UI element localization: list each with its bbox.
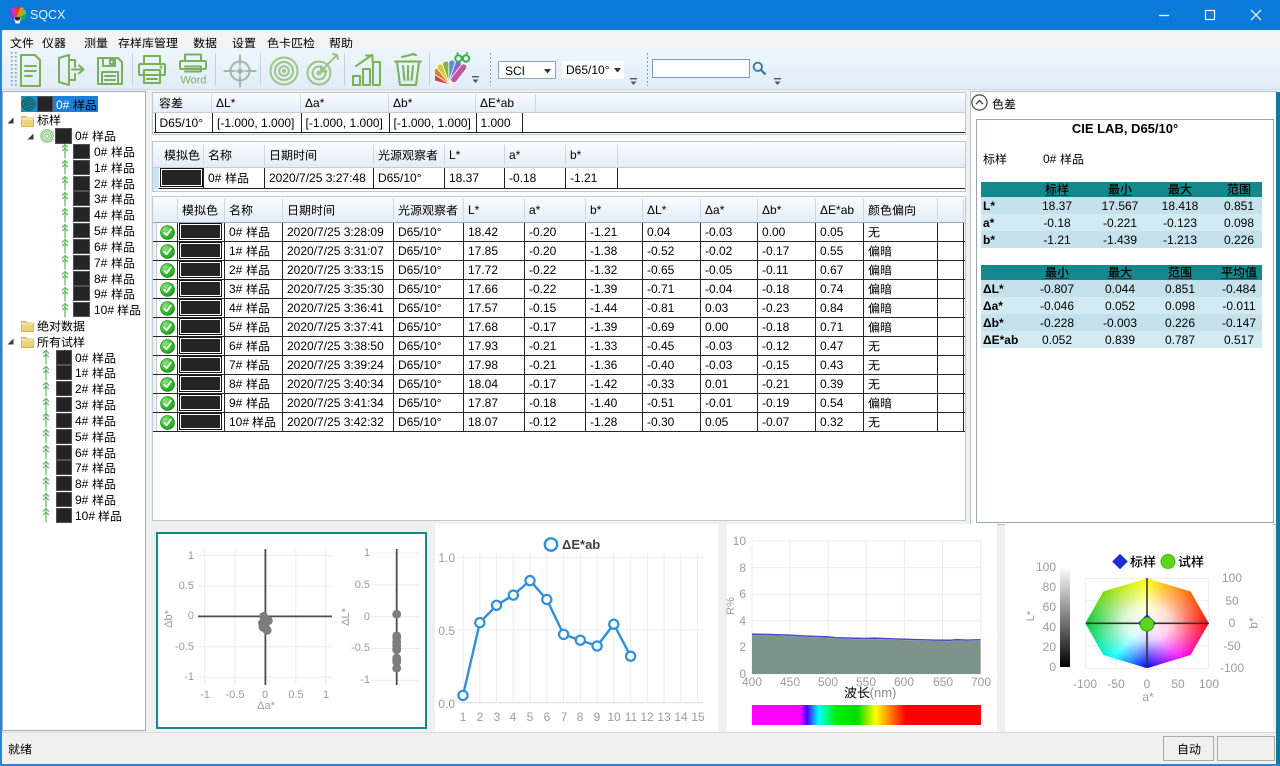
svg-text:Word: Word	[180, 75, 206, 87]
